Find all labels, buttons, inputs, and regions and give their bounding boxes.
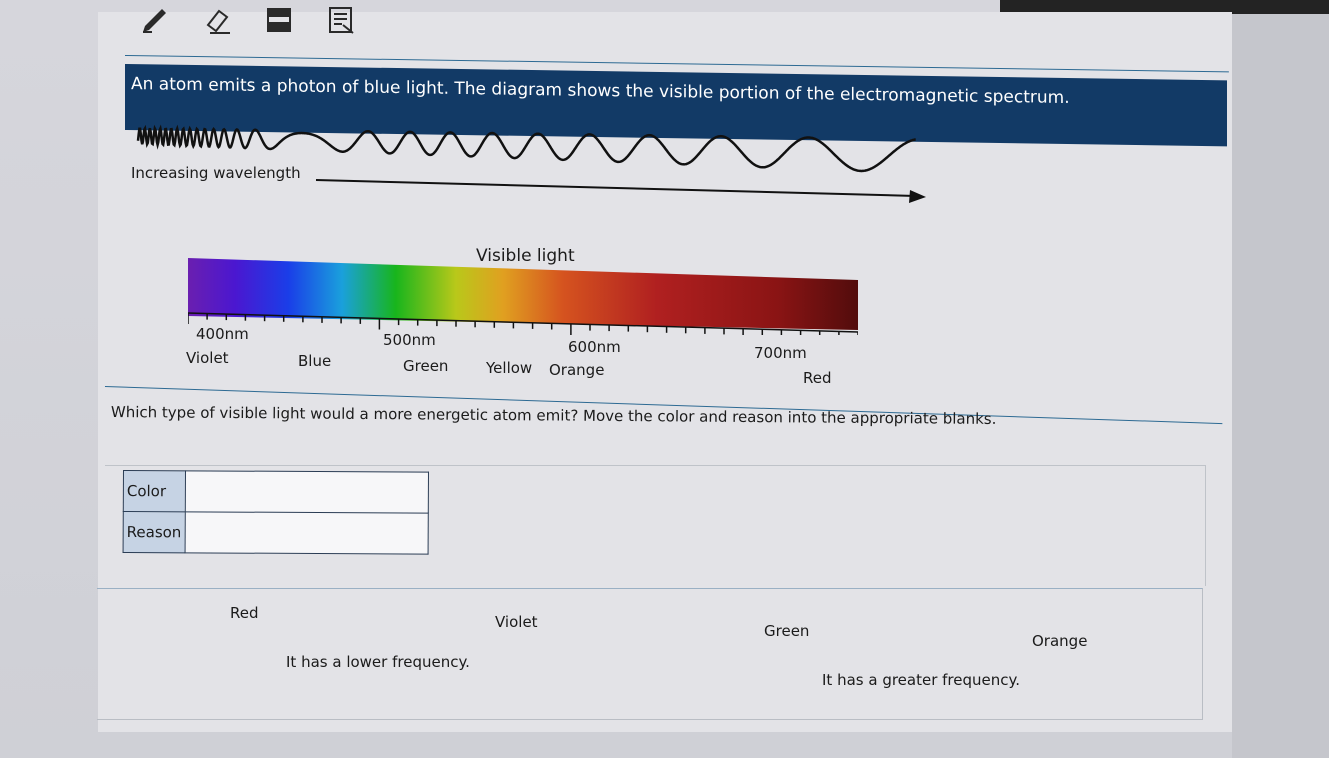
color-row-label: Color <box>123 470 186 512</box>
choice-red[interactable]: Red <box>230 604 259 622</box>
color-label-orange: Orange <box>549 361 605 379</box>
wavelength-label: Increasing wavelength <box>131 164 301 182</box>
color-label-red: Red <box>803 369 832 387</box>
tick-label-600nm: 600nm <box>568 338 621 356</box>
answer-table: Color Reason <box>123 470 429 555</box>
choice-bank <box>97 588 1203 720</box>
choice-lower-frequency[interactable]: It has a lower frequency. <box>286 653 470 671</box>
choice-orange[interactable]: Orange <box>1032 632 1087 650</box>
color-label-green: Green <box>403 357 449 375</box>
table-row: Reason <box>123 511 429 555</box>
choice-green[interactable]: Green <box>764 622 809 640</box>
reason-drop-blank[interactable] <box>185 511 429 555</box>
spectrum-axis-line <box>188 312 858 333</box>
choice-violet[interactable]: Violet <box>495 613 538 631</box>
color-label-blue: Blue <box>298 352 332 370</box>
reason-row-label: Reason <box>123 511 186 553</box>
right-margin <box>1232 14 1329 758</box>
color-label-violet: Violet <box>186 349 229 367</box>
color-label-yellow: Yellow <box>486 359 533 377</box>
color-drop-blank[interactable] <box>185 470 429 514</box>
eraser-icon[interactable] <box>200 3 234 37</box>
line-reader-icon[interactable] <box>262 3 296 37</box>
choice-greater-frequency[interactable]: It has a greater frequency. <box>822 671 1020 689</box>
pencil-icon[interactable] <box>138 3 172 37</box>
tick-label-700nm: 700nm <box>754 344 807 362</box>
toolbar <box>138 0 358 40</box>
tick-label-400nm: 400nm <box>196 325 249 343</box>
wave-diagram <box>136 124 926 203</box>
spectrum-ticks <box>188 312 858 335</box>
tick-label-500nm: 500nm <box>383 331 436 349</box>
notepad-icon[interactable] <box>324 3 358 37</box>
table-row: Color <box>123 470 429 514</box>
